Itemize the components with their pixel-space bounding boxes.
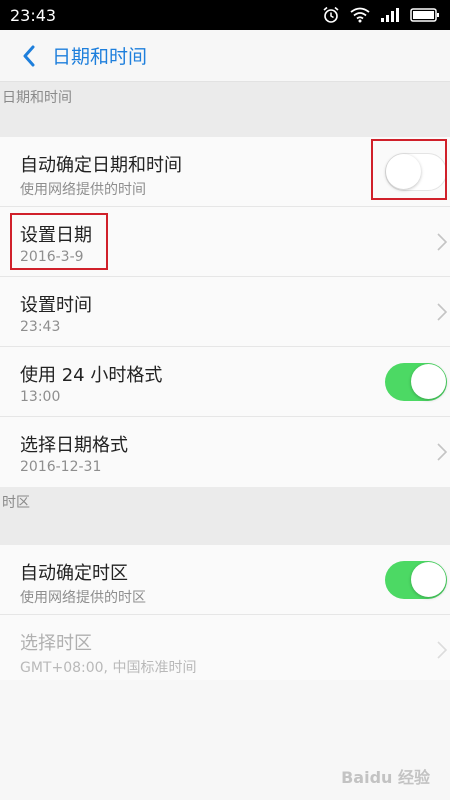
auto-timezone-toggle[interactable] bbox=[385, 561, 447, 599]
row-title: 选择日期格式 bbox=[20, 435, 128, 456]
section-header-timezone: 时区 bbox=[0, 487, 450, 545]
toggle-knob bbox=[411, 562, 446, 597]
section-label: 日期和时间 bbox=[2, 90, 72, 106]
row-title: 选择时区 bbox=[20, 633, 92, 654]
row-select-timezone[interactable]: 选择时区 GMT+08:00, 中国标准时间 bbox=[0, 615, 450, 685]
row-subtitle: 使用网络提供的时区 bbox=[20, 590, 146, 606]
row-title: 自动确定时区 bbox=[20, 563, 128, 584]
page-title: 日期和时间 bbox=[52, 46, 148, 68]
section-label: 时区 bbox=[2, 495, 30, 511]
battery-icon bbox=[410, 8, 439, 22]
chevron-right-icon bbox=[437, 443, 448, 461]
status-icons bbox=[322, 6, 440, 24]
row-subtitle: 使用网络提供的时间 bbox=[20, 182, 146, 198]
row-date-format[interactable]: 选择日期格式 2016-12-31 bbox=[0, 417, 450, 487]
empty-area: Baidu 经验 bbox=[0, 680, 450, 800]
row-title: 使用 24 小时格式 bbox=[20, 365, 163, 386]
24-hour-format-toggle[interactable] bbox=[385, 363, 447, 401]
row-subtitle: GMT+08:00, 中国标准时间 bbox=[20, 660, 197, 676]
annotation-box-set-date bbox=[10, 213, 108, 270]
signal-icon bbox=[381, 8, 399, 22]
alarm-icon bbox=[323, 6, 339, 23]
back-button[interactable] bbox=[8, 30, 50, 82]
row-title: 设置时间 bbox=[20, 295, 92, 316]
row-subtitle: 2016-12-31 bbox=[20, 459, 102, 475]
app-header: 日期和时间 bbox=[0, 30, 450, 82]
timezone-settings: 自动确定时区 使用网络提供的时区 选择时区 GMT+08:00, 中国标准时间 bbox=[0, 545, 450, 685]
row-subtitle: 23:43 bbox=[20, 319, 61, 335]
annotation-box-toggle bbox=[371, 139, 447, 200]
wifi-icon bbox=[350, 7, 370, 23]
status-bar: 23:43 bbox=[0, 0, 450, 30]
chevron-right-icon bbox=[437, 641, 448, 659]
watermark: Baidu 经验 bbox=[341, 768, 430, 787]
chevron-right-icon bbox=[437, 233, 448, 251]
row-set-time[interactable]: 设置时间 23:43 bbox=[0, 277, 450, 347]
row-title: 自动确定日期和时间 bbox=[20, 155, 182, 176]
row-subtitle: 13:00 bbox=[20, 389, 61, 405]
status-time: 23:43 bbox=[10, 5, 57, 25]
toggle-knob bbox=[411, 364, 446, 399]
back-chevron-icon bbox=[23, 45, 35, 66]
section-header-date-time: 日期和时间 bbox=[0, 82, 450, 137]
chevron-right-icon bbox=[437, 303, 448, 321]
row-auto-timezone[interactable]: 自动确定时区 使用网络提供的时区 bbox=[0, 545, 450, 615]
row-24-hour-format[interactable]: 使用 24 小时格式 13:00 bbox=[0, 347, 450, 417]
